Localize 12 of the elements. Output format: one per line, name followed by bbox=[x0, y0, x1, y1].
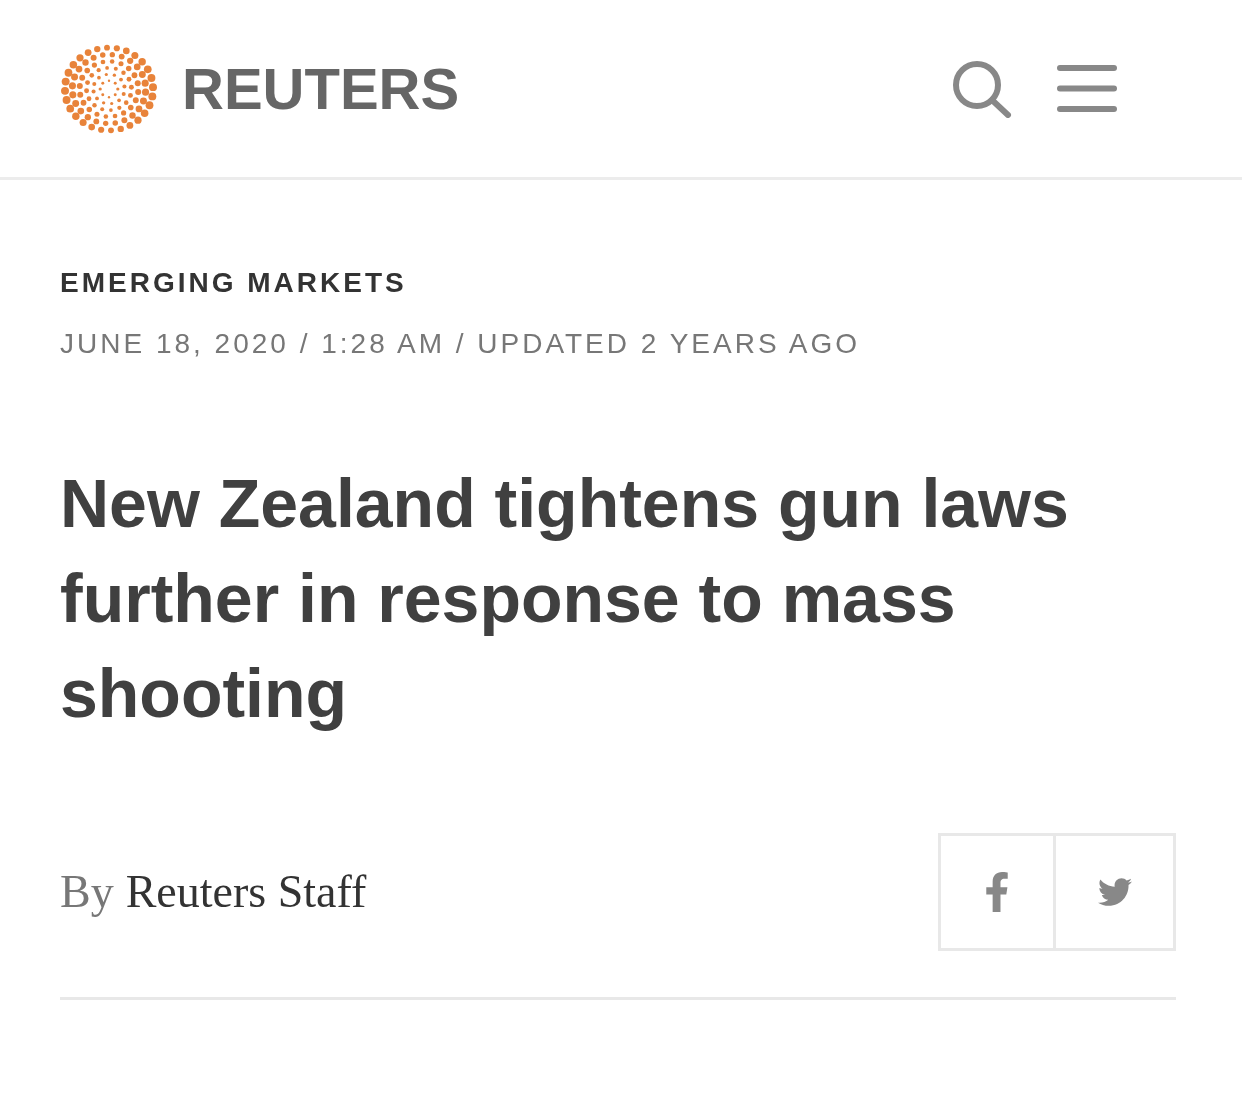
headline: New Zealand tightens gun laws further in response to mass shooting bbox=[60, 464, 1070, 733]
author-link[interactable]: Reuters Staff bbox=[125, 864, 367, 920]
dateline: JUNE 18, 2020 / 1:28 AM / UPDATED 2 YEARS AGO bbox=[60, 327, 862, 361]
dotted-circle-logo-icon bbox=[60, 42, 158, 135]
section-link[interactable]: EMERGING MARKETS bbox=[60, 266, 1176, 300]
facebook-share-button[interactable] bbox=[938, 833, 1056, 951]
menu-icon[interactable] bbox=[1057, 65, 1117, 112]
byline-label: By bbox=[60, 865, 114, 919]
logo-text: REUTERS bbox=[182, 59, 460, 118]
search-icon[interactable] bbox=[952, 59, 1012, 118]
twitter-share-button[interactable] bbox=[1056, 833, 1176, 951]
facebook-icon bbox=[984, 872, 1010, 912]
